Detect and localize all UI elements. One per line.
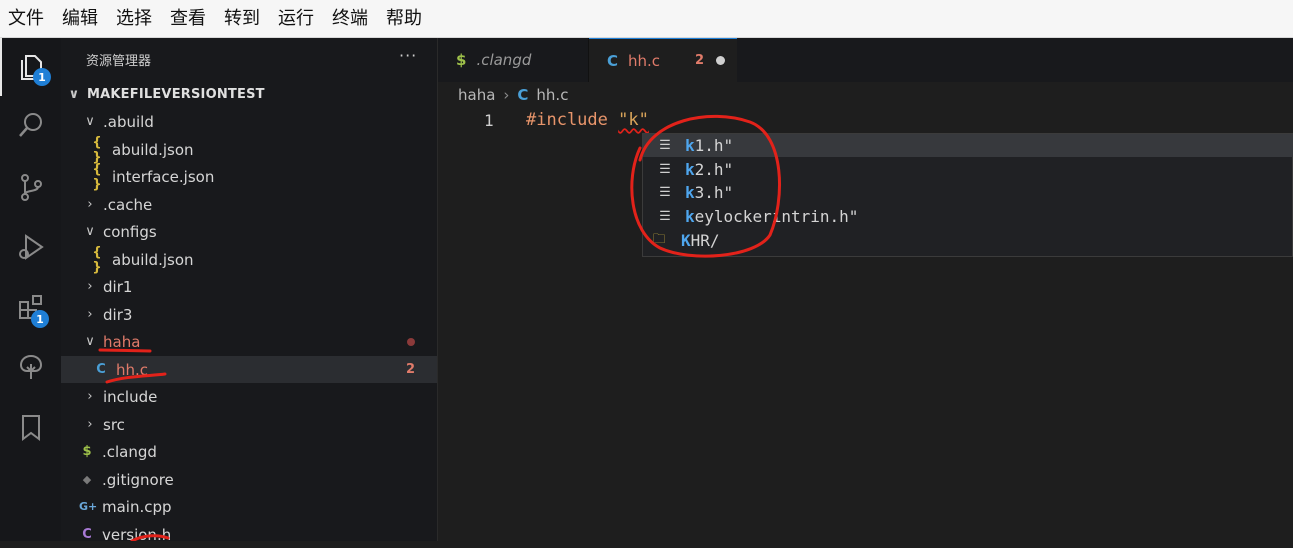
menu-go[interactable]: 转到 <box>222 0 262 38</box>
modified-dot-icon <box>407 337 415 346</box>
sidebar-title: 资源管理器 <box>86 54 152 69</box>
menu-terminal[interactable]: 终端 <box>330 0 370 38</box>
include-directive: #include <box>526 110 608 130</box>
chevron-right-icon: › <box>87 417 93 432</box>
tab-bar: $ .clangd C hh.c 2 <box>438 38 1293 82</box>
tab-hh-c[interactable]: C hh.c 2 <box>589 38 737 82</box>
line-number: 1 <box>484 111 494 130</box>
bookmark-icon <box>21 415 40 441</box>
problems-count: 2 <box>405 362 415 377</box>
tree-activity[interactable] <box>0 338 61 396</box>
folder-include[interactable]: › include <box>61 383 437 410</box>
editor-area: $ .clangd C hh.c 2 haha › C hh.c 1 #incl… <box>438 38 1293 541</box>
explorer-sidebar: 资源管理器 ··· ∨ MAKEFILEVERSIONTEST ∨ .abuil… <box>61 38 438 544</box>
file-version-h[interactable]: C version.h <box>61 521 437 548</box>
file-icon: ☰ <box>659 162 671 177</box>
dollar-file-icon: $ <box>82 444 92 459</box>
activity-bar: 1 1 <box>0 38 61 541</box>
breadcrumb: haha › C hh.c <box>458 86 568 104</box>
c-file-icon: C <box>517 86 529 104</box>
tree-root[interactable]: ∨ MAKEFILEVERSIONTEST <box>61 81 437 108</box>
suggestion-item[interactable]: ☰ k 1.h" <box>643 134 1293 157</box>
folder-dir3[interactable]: › dir3 <box>61 301 437 328</box>
chevron-down-icon: ∨ <box>68 87 80 102</box>
folder-dir1[interactable]: › dir1 <box>61 273 437 300</box>
json-file-icon: { } <box>92 161 102 192</box>
file-icon: ☰ <box>659 138 671 153</box>
file-main-cpp[interactable]: G+ main.cpp <box>61 493 437 520</box>
file-interface-json[interactable]: { } interface.json <box>61 161 437 192</box>
json-file-icon: { } <box>92 134 102 165</box>
tab-problems-count: 2 <box>695 53 705 68</box>
menu-view[interactable]: 查看 <box>168 0 208 38</box>
file-configs-abuild-json[interactable]: { } abuild.json <box>61 244 437 275</box>
folder-haha[interactable]: ∨ haha <box>61 328 437 355</box>
git-file-icon: ◆ <box>82 473 92 486</box>
unsaved-dot-icon[interactable] <box>716 56 726 65</box>
folder-src[interactable]: › src <box>61 411 437 438</box>
chevron-right-icon: › <box>87 389 93 404</box>
explorer-badge: 1 <box>33 68 51 86</box>
run-debug-icon <box>18 234 44 260</box>
chevron-right-icon: › <box>87 279 93 294</box>
menu-bar: 文件 编辑 选择 查看 转到 运行 终端 帮助 <box>0 0 1293 38</box>
breadcrumb-folder[interactable]: haha <box>458 86 495 104</box>
folder-abuild[interactable]: ∨ .abuild <box>61 108 437 135</box>
tab-clangd[interactable]: $ .clangd <box>438 38 589 82</box>
include-string: "k" <box>618 110 649 130</box>
extensions-activity[interactable]: 1 <box>0 278 61 336</box>
bookmarks-activity[interactable] <box>0 398 61 456</box>
suggest-widget: ☰ k 1.h" ☰ k 2.h" ☰ k 3.h" ☰ k eylockerintri… <box>642 133 1293 257</box>
chevron-down-icon: ∨ <box>85 224 95 239</box>
suggestion-item[interactable]: ☰ k eylockerintrin.h" <box>643 205 1293 228</box>
source-control-activity[interactable] <box>0 158 61 216</box>
folder-cache[interactable]: › .cache <box>61 191 437 218</box>
code-line-1[interactable]: #include "k" <box>526 110 649 130</box>
chevron-down-icon: ∨ <box>85 334 95 349</box>
file-gitignore[interactable]: ◆ .gitignore <box>61 466 437 493</box>
source-control-icon <box>20 174 42 201</box>
chevron-right-icon: › <box>503 86 510 104</box>
tree-icon <box>19 354 42 379</box>
chevron-right-icon: › <box>87 307 93 322</box>
file-clangd[interactable]: $ .clangd <box>61 438 437 465</box>
dollar-file-icon: $ <box>456 51 467 69</box>
menu-selection[interactable]: 选择 <box>114 0 154 38</box>
folder-configs[interactable]: ∨ configs <box>61 218 437 245</box>
file-abuild-json[interactable]: { } abuild.json <box>61 134 437 165</box>
file-icon: ☰ <box>659 209 671 224</box>
c-file-icon: C <box>607 51 619 70</box>
file-icon: ☰ <box>659 185 671 200</box>
menu-file[interactable]: 文件 <box>6 0 46 38</box>
h-file-icon: C <box>82 527 92 542</box>
cpp-file-icon: G+ <box>79 500 98 513</box>
json-file-icon: { } <box>92 244 102 275</box>
chevron-down-icon: ∨ <box>85 114 95 129</box>
search-activity[interactable] <box>0 96 61 154</box>
breadcrumb-file[interactable]: hh.c <box>536 86 568 104</box>
file-hh-c[interactable]: C hh.c 2 <box>61 356 437 383</box>
explorer-activity[interactable]: 1 <box>0 38 61 96</box>
run-debug-activity[interactable] <box>0 218 61 276</box>
suggestion-item[interactable]: ☰ k 3.h" <box>643 181 1293 204</box>
c-file-icon: C <box>96 362 106 377</box>
chevron-right-icon: › <box>87 197 93 212</box>
suggestion-item[interactable]: 🗀 K HR/ <box>643 229 1293 252</box>
search-icon <box>18 113 42 137</box>
extensions-badge: 1 <box>31 310 49 328</box>
menu-edit[interactable]: 编辑 <box>60 0 100 38</box>
menu-help[interactable]: 帮助 <box>384 0 424 38</box>
folder-icon: 🗀 <box>652 231 666 247</box>
menu-run[interactable]: 运行 <box>276 0 316 38</box>
suggestion-item[interactable]: ☰ k 2.h" <box>643 158 1293 181</box>
more-actions-icon[interactable]: ··· <box>399 46 417 65</box>
